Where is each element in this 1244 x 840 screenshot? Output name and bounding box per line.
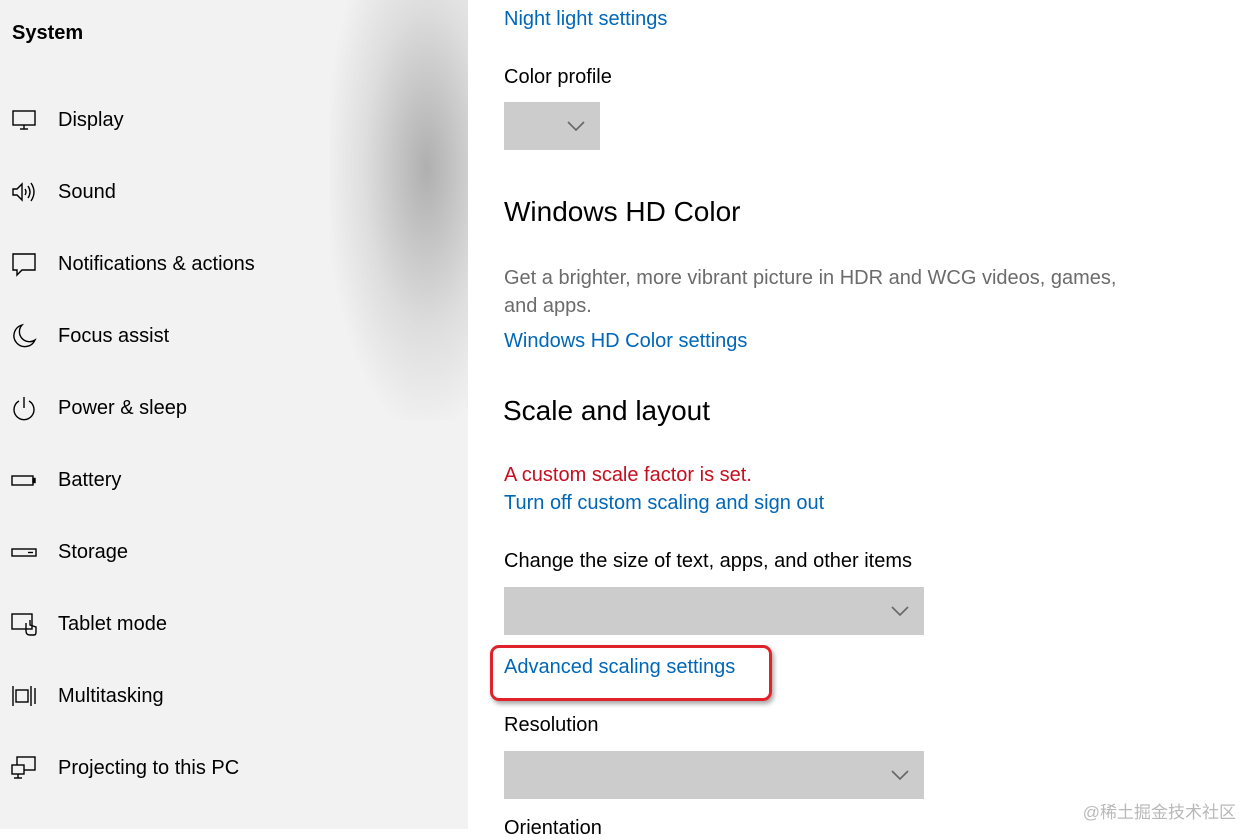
sidebar-item-multitasking[interactable]: Multitasking (0, 668, 440, 724)
night-light-settings-link[interactable]: Night light settings (504, 8, 667, 31)
resolution-dropdown[interactable] (504, 751, 924, 799)
moon-icon (11, 323, 37, 349)
sidebar-item-projecting[interactable]: Projecting to this PC (0, 740, 440, 796)
size-label: Change the size of text, apps, and other… (504, 550, 913, 572)
chevron-down-icon (891, 606, 909, 617)
turn-off-custom-scaling-link[interactable]: Turn off custom scaling and sign out (504, 492, 824, 515)
watermark: @稀土掘金技术社区 (1082, 803, 1236, 822)
sidebar-item-label: Sound (58, 180, 116, 203)
storage-icon (11, 539, 37, 565)
scale-layout-heading: Scale and layout (503, 395, 711, 426)
hd-color-settings-link[interactable]: Windows HD Color settings (504, 330, 747, 353)
color-profile-label: Color profile (504, 66, 612, 88)
sidebar-item-label: Tablet mode (58, 612, 167, 635)
sidebar-item-label: Power & sleep (58, 396, 187, 419)
sidebar-item-focus-assist[interactable]: Focus assist (0, 308, 440, 364)
highlight-annotation (490, 645, 772, 701)
sidebar-item-label: Display (58, 108, 124, 131)
sidebar-item-battery[interactable]: Battery (0, 452, 440, 508)
notification-icon (11, 251, 37, 277)
sidebar-item-label: Notifications & actions (58, 252, 255, 275)
sidebar-item-storage[interactable]: Storage (0, 524, 440, 580)
multitasking-icon (11, 683, 37, 709)
sidebar-item-tablet-mode[interactable]: Tablet mode (0, 596, 440, 652)
power-icon (11, 395, 37, 421)
custom-scale-warning: A custom scale factor is set. (504, 464, 752, 486)
sidebar-item-sound[interactable]: Sound (0, 164, 440, 220)
hd-color-description: Get a brighter, more vibrant picture in … (504, 267, 1117, 317)
projecting-icon (11, 755, 37, 781)
color-profile-dropdown[interactable] (504, 102, 600, 150)
battery-icon (11, 467, 37, 493)
sidebar-item-label: Battery (58, 468, 122, 491)
resolution-label: Resolution (504, 714, 599, 736)
chevron-down-icon (567, 121, 585, 132)
sidebar-item-label: Multitasking (58, 684, 164, 707)
sidebar-item-label: Focus assist (58, 324, 170, 347)
scale-dropdown[interactable] (504, 587, 924, 635)
sidebar-item-label: Projecting to this PC (58, 756, 240, 779)
sidebar-item-label: Storage (58, 540, 129, 563)
sidebar-item-display[interactable]: Display (0, 92, 440, 148)
tablet-icon (11, 611, 37, 637)
monitor-icon (11, 107, 37, 133)
sidebar-title: System (12, 22, 84, 44)
sidebar-item-power-sleep[interactable]: Power & sleep (0, 380, 440, 436)
sidebar-item-notifications[interactable]: Notifications & actions (0, 236, 440, 292)
speaker-icon (11, 179, 37, 205)
sidebar: System Display Sound Notifications & act… (0, 0, 468, 829)
chevron-down-icon (891, 770, 909, 781)
hd-color-heading: Windows HD Color (504, 196, 741, 227)
